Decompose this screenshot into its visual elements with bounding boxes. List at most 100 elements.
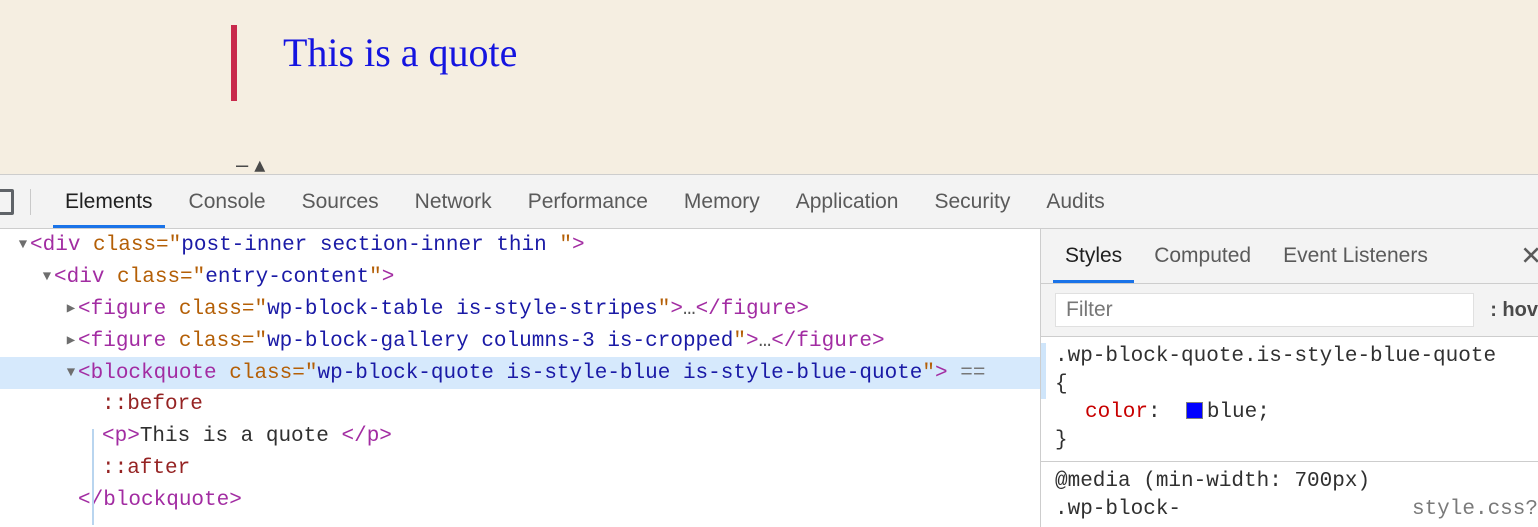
twisty-icon[interactable]: ▼: [40, 261, 54, 293]
indent-guide: [92, 429, 94, 525]
dom-attr-name[interactable]: class: [179, 330, 242, 353]
css-open-brace: {: [1055, 373, 1068, 396]
twisty-icon[interactable]: ▶: [64, 325, 78, 357]
filter-input[interactable]: Filter: [1055, 293, 1474, 327]
twisty-icon[interactable]: ▼: [16, 229, 30, 261]
clipped-glyph-caret: ▴: [254, 158, 271, 172]
dom-tag-name: figure: [91, 298, 167, 321]
tab-network[interactable]: Network: [397, 175, 510, 228]
tab-event-listeners-label: Event Listeners: [1283, 244, 1428, 268]
tab-memory[interactable]: Memory: [666, 175, 778, 228]
tabbar-separator: [30, 189, 31, 215]
table-row[interactable]: <p>This is a quote </p>: [0, 421, 1040, 453]
css-media-query-line: @media (min-width: 700px): [1041, 468, 1538, 496]
hov-toggle-button[interactable]: : hov: [1490, 299, 1538, 322]
filter-placeholder: Filter: [1066, 298, 1113, 322]
dom-tag-name: p: [115, 425, 128, 448]
css-selector[interactable]: .wp-block-quote.is-style-blue-quote: [1055, 345, 1496, 368]
clipped-page-glyphs: –▴: [236, 158, 271, 174]
dom-attr-value[interactable]: wp-block-quote is-style-blue is-style-bl…: [317, 362, 922, 385]
dom-tree-panel: ▼<div class="post-inner section-inner th…: [0, 229, 1040, 527]
tab-sources[interactable]: Sources: [284, 175, 397, 228]
tab-styles[interactable]: Styles: [1049, 229, 1138, 283]
table-row[interactable]: ▼<div class="entry-content">: [0, 261, 1040, 293]
dom-tag-name: div: [67, 266, 105, 289]
dom-attr-value[interactable]: wp-block-gallery columns-3 is-cropped: [267, 330, 733, 353]
css-next-selector[interactable]: .wp-block-: [1055, 498, 1181, 521]
tab-security[interactable]: Security: [916, 175, 1028, 228]
dom-attr-value[interactable]: wp-block-table is-style-stripes: [267, 298, 658, 321]
css-selector-line[interactable]: .wp-block-quote.is-style-blue-quote: [1041, 343, 1538, 371]
dom-tag-name: figure: [91, 330, 167, 353]
tab-audits[interactable]: Audits: [1028, 175, 1122, 228]
close-icon[interactable]: ✕: [1520, 241, 1538, 272]
css-next-selector-line[interactable]: .wp-block- style.css?: [1041, 496, 1538, 524]
tab-console-label: Console: [189, 190, 266, 214]
tab-application[interactable]: Application: [778, 175, 917, 228]
table-row[interactable]: ::after: [0, 453, 1040, 485]
dom-close-tag-name: figure: [796, 330, 872, 353]
tab-sources-label: Sources: [302, 190, 379, 214]
tab-console[interactable]: Console: [171, 175, 284, 228]
blockquote-element: This is a quote: [231, 25, 517, 101]
tab-network-label: Network: [415, 190, 492, 214]
pseudo-element-after[interactable]: ::after: [102, 457, 190, 480]
css-property-name[interactable]: color: [1085, 401, 1148, 424]
css-open-brace-line: {: [1041, 371, 1538, 399]
stylesheet-source-link[interactable]: style.css?: [1412, 496, 1538, 524]
styles-tabbar: Styles Computed Event Listeners ✕: [1041, 229, 1538, 284]
tab-memory-label: Memory: [684, 190, 760, 214]
tab-application-label: Application: [796, 190, 899, 214]
css-media-query: @media (min-width: 700px): [1055, 470, 1370, 493]
dom-text-node[interactable]: This is a quote: [140, 425, 342, 448]
tab-computed-label: Computed: [1154, 244, 1251, 268]
dom-attr-name[interactable]: class: [179, 298, 242, 321]
css-close-brace: }: [1055, 429, 1068, 452]
collapsed-children-ellipsis[interactable]: …: [759, 330, 772, 353]
color-swatch-icon[interactable]: [1186, 402, 1203, 419]
rule-divider: [1041, 461, 1538, 462]
table-row[interactable]: ▼<div class="post-inner section-inner th…: [0, 229, 1040, 261]
styles-filterbar: Filter : hov: [1041, 284, 1538, 337]
collapsed-children-ellipsis[interactable]: …: [683, 298, 696, 321]
css-close-brace-line: }: [1041, 427, 1538, 455]
table-row[interactable]: ::before: [0, 389, 1040, 421]
tab-performance-label: Performance: [528, 190, 648, 214]
css-property-value[interactable]: blue: [1207, 401, 1257, 424]
dom-attr-value[interactable]: entry-content: [205, 266, 369, 289]
tab-elements-label: Elements: [65, 190, 153, 214]
table-row-selected[interactable]: ▼<blockquote class="wp-block-quote is-st…: [0, 357, 1040, 389]
twisty-icon[interactable]: ▼: [64, 357, 78, 389]
tab-styles-label: Styles: [1065, 244, 1122, 268]
device-icon-shape: [0, 189, 14, 215]
table-row[interactable]: </blockquote>: [0, 485, 1040, 517]
dom-attr-name[interactable]: class: [229, 362, 292, 385]
css-declaration-line[interactable]: color: blue;: [1041, 399, 1538, 427]
dom-close-tag-name: blockquote: [103, 489, 229, 512]
styles-panel: Styles Computed Event Listeners ✕ Filter…: [1040, 229, 1538, 527]
dom-attr-value[interactable]: post-inner section-inner thin: [181, 234, 559, 257]
dom-close-tag-name: figure: [721, 298, 797, 321]
rule-selection-bar: [1041, 343, 1046, 399]
dom-attr-name[interactable]: class: [117, 266, 180, 289]
quote-text: This is a quote: [283, 25, 517, 73]
tab-security-label: Security: [934, 190, 1010, 214]
table-row[interactable]: ▶<figure class="wp-block-gallery columns…: [0, 325, 1040, 357]
pseudo-element-before[interactable]: ::before: [102, 393, 203, 416]
twisty-icon[interactable]: ▶: [64, 293, 78, 325]
table-row[interactable]: ▶<figure class="wp-block-table is-style-…: [0, 293, 1040, 325]
tab-computed[interactable]: Computed: [1138, 229, 1267, 283]
dom-attr-name[interactable]: class: [93, 234, 156, 257]
page-content-area: This is a quote –▴: [0, 0, 1538, 174]
device-toolbar-icon[interactable]: [0, 175, 20, 228]
dom-close-tag-name: p: [367, 425, 380, 448]
devtools-body: ▼<div class="post-inner section-inner th…: [0, 229, 1538, 527]
tab-elements[interactable]: Elements: [47, 175, 171, 228]
selected-node-marker: ==: [960, 362, 985, 385]
tab-performance[interactable]: Performance: [510, 175, 666, 228]
dom-tree: ▼<div class="post-inner section-inner th…: [0, 229, 1040, 517]
tab-audits-label: Audits: [1046, 190, 1104, 214]
devtools-panel: Elements Console Sources Network Perform…: [0, 174, 1538, 527]
devtools-tabbar: Elements Console Sources Network Perform…: [0, 175, 1538, 229]
tab-event-listeners[interactable]: Event Listeners: [1267, 229, 1444, 283]
